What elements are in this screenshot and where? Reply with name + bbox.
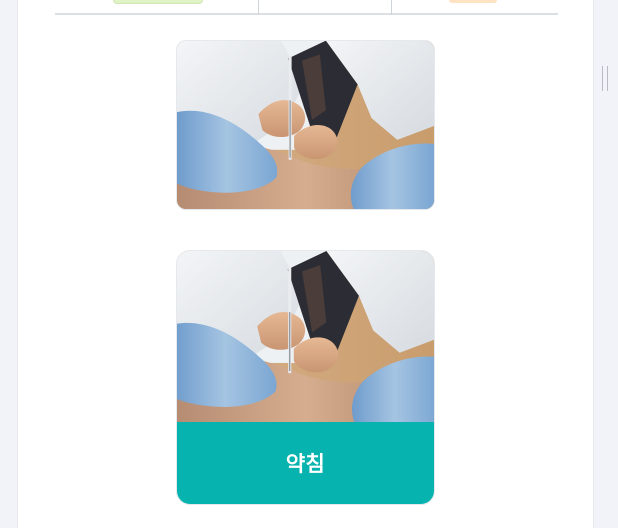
table-cell-divider: [258, 0, 259, 15]
info-table-bottom: [55, 0, 558, 15]
status-badge-green: [113, 0, 203, 4]
status-badge-orange: [449, 0, 497, 3]
scrollbar-handle[interactable]: [602, 66, 608, 91]
treatment-card-label: 약침: [177, 422, 434, 504]
treatment-card-pharmacopuncture[interactable]: 약침: [176, 250, 435, 505]
treatment-image-card[interactable]: [176, 40, 435, 210]
acupuncture-photo: [177, 41, 434, 209]
table-cell-divider: [391, 0, 392, 15]
acupuncture-photo: [177, 251, 434, 424]
